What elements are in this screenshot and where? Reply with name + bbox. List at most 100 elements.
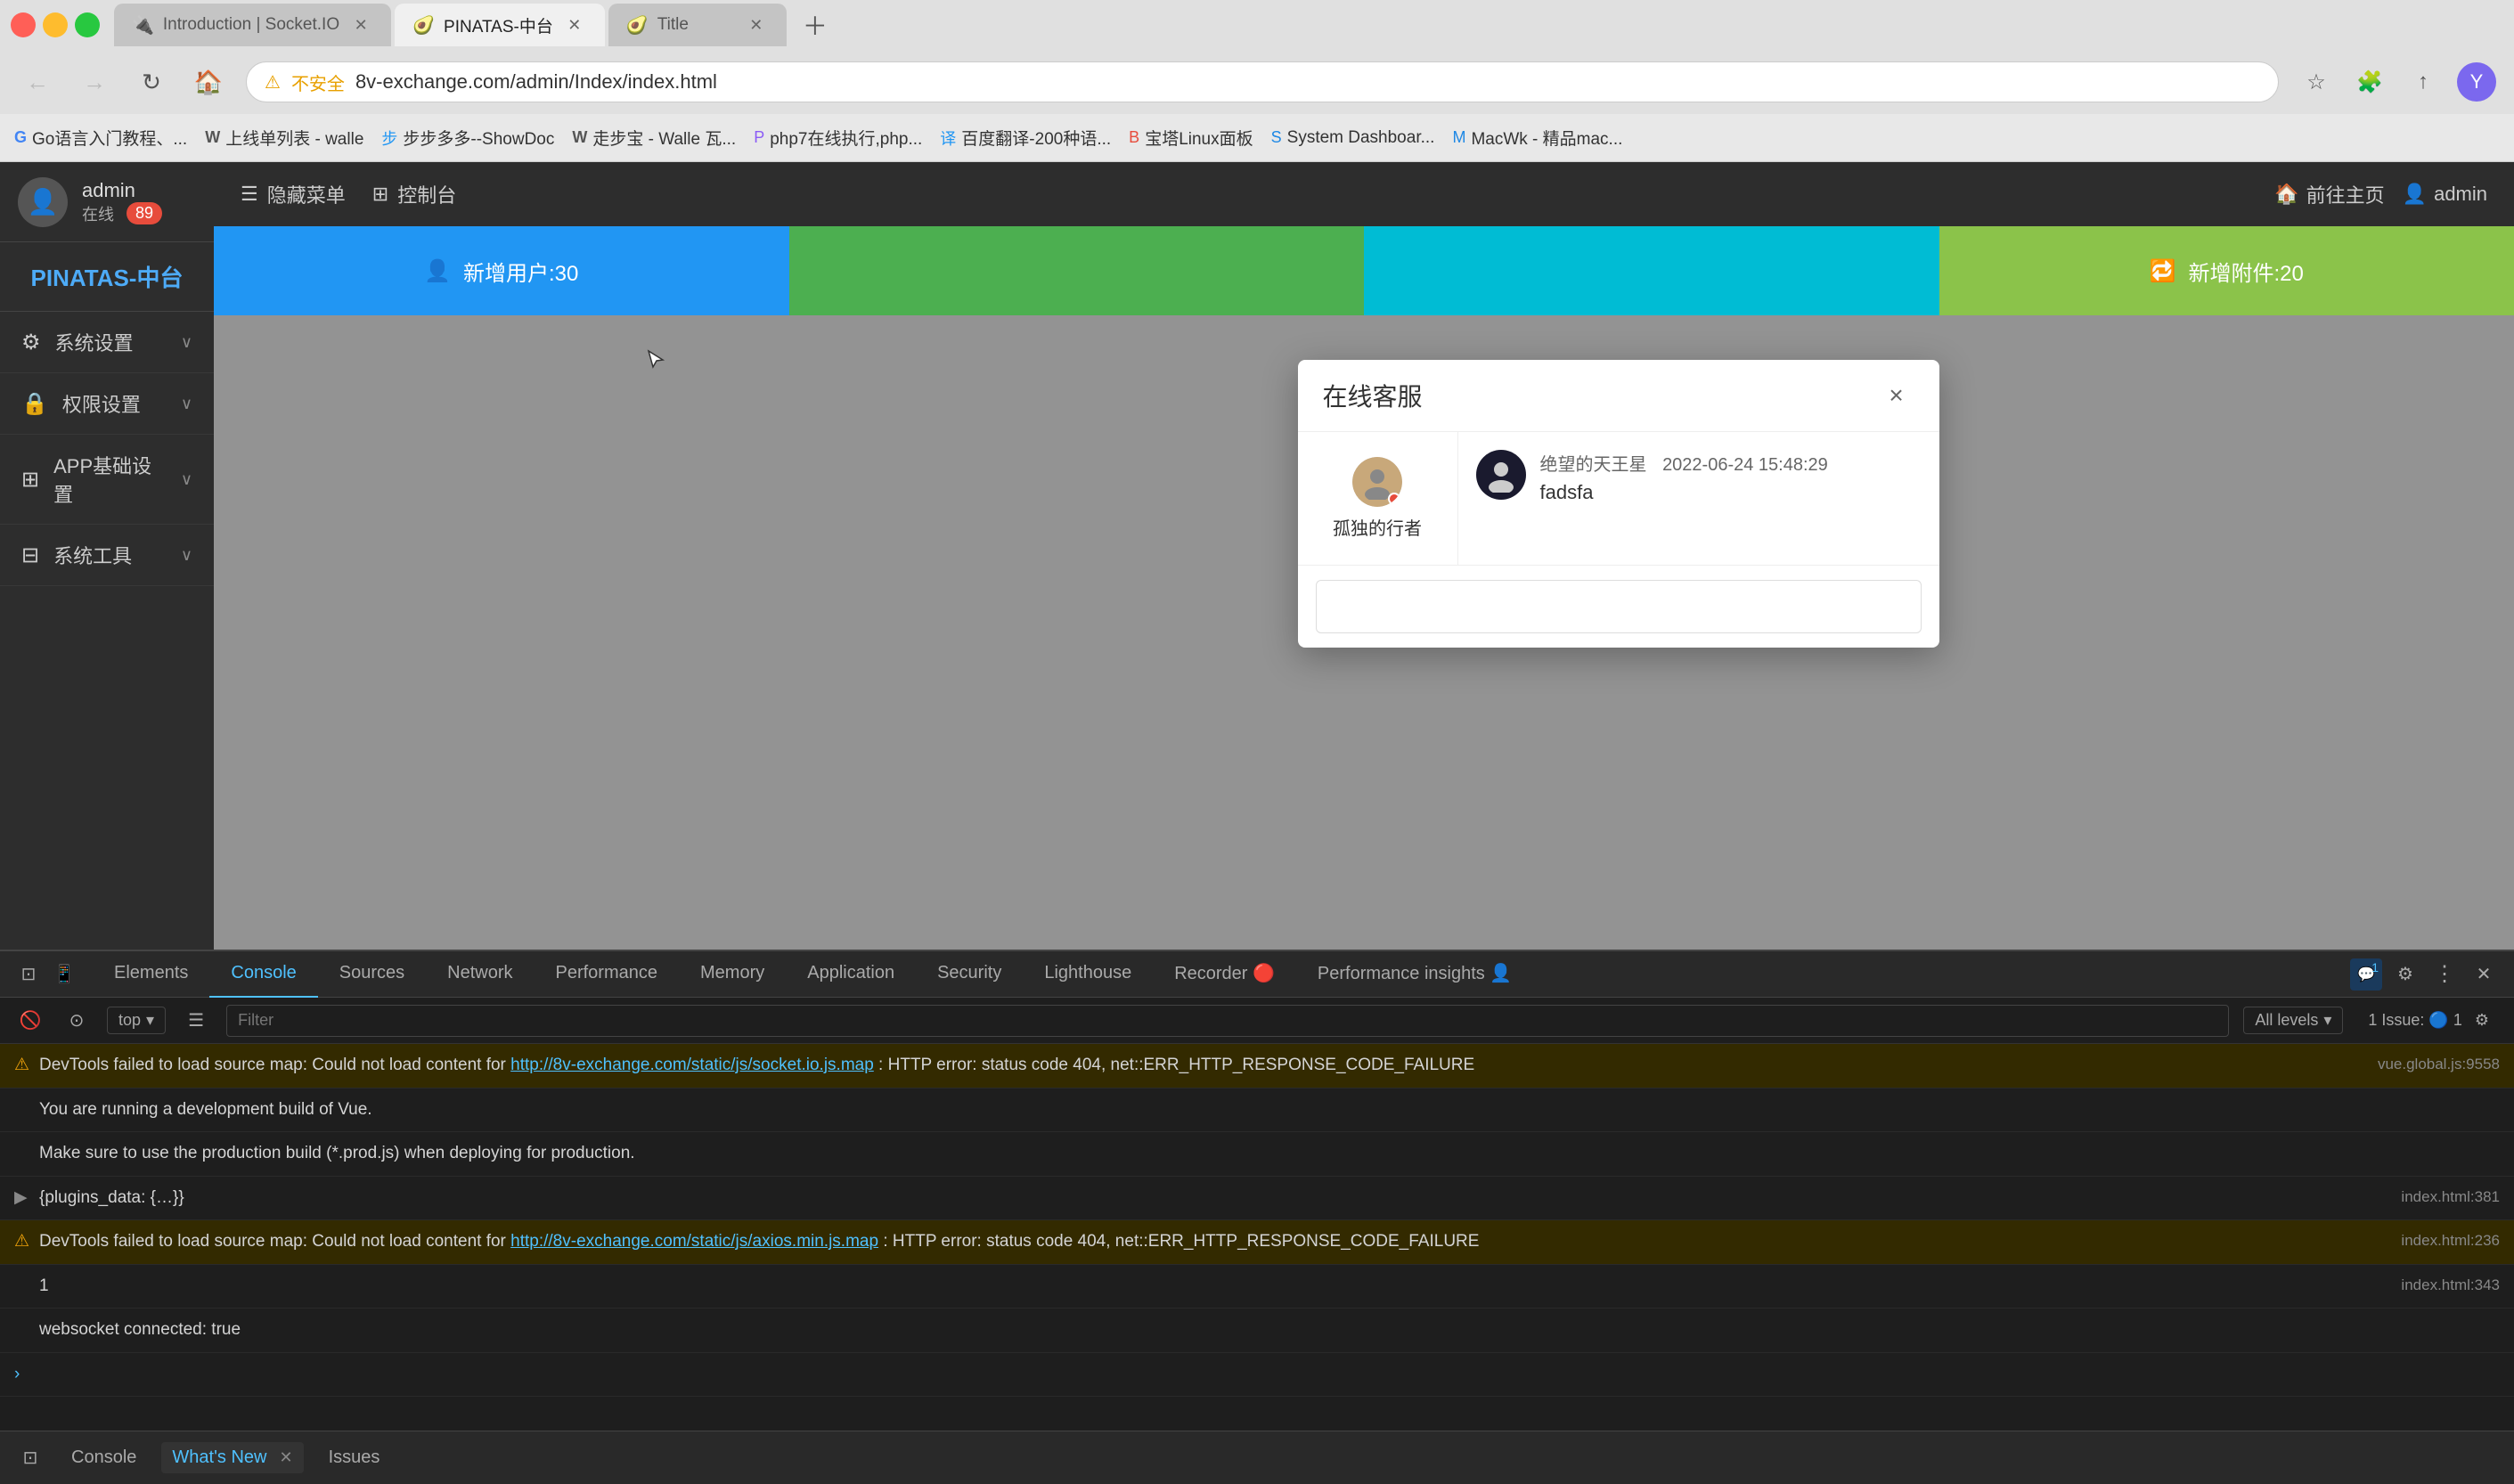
- settings-icon: ⚙: [21, 330, 41, 355]
- devtools-tab-console[interactable]: Console: [209, 951, 317, 998]
- hide-menu-button[interactable]: ☰ 隐藏菜单: [241, 180, 346, 208]
- sidebar-item-system-tools[interactable]: ⊟ 系统工具 ∨: [0, 525, 214, 586]
- devtools-tab-recorder[interactable]: Recorder 🔴: [1153, 951, 1296, 998]
- dock-button[interactable]: ⊡: [14, 1442, 46, 1474]
- title-bar: 🔌 Introduction | Socket.IO ✕ 🥑 PINATAS-中…: [0, 0, 2514, 50]
- tab-title-close[interactable]: ✕: [744, 12, 769, 37]
- issues-count: 1 Issue: 🔵 1 ⚙: [2357, 1007, 2500, 1033]
- card3[interactable]: [1364, 226, 1939, 315]
- sidebar-item-system-settings[interactable]: ⚙ 系统设置 ∨: [0, 312, 214, 373]
- console-prompt[interactable]: ›: [0, 1353, 2514, 1398]
- chat-input[interactable]: [1316, 580, 1922, 633]
- console-msg-warning-1: ⚠ DevTools failed to load source map: Co…: [0, 1044, 2514, 1089]
- devtools-tab-security[interactable]: Security: [916, 951, 1023, 998]
- settings-icon-2: ⚙: [2475, 1011, 2489, 1030]
- tab-socket-io-close[interactable]: ✕: [348, 12, 373, 37]
- bookmark-macwk[interactable]: M MacWk - 精品mac...: [1452, 126, 1622, 150]
- console-button[interactable]: ⊞ 控制台: [372, 180, 456, 208]
- bottom-tab-console[interactable]: Console: [61, 1442, 147, 1473]
- console-level-selector[interactable]: top ▾: [107, 1007, 166, 1034]
- console-msg-text-5: DevTools failed to load source map: Coul…: [39, 1229, 2383, 1255]
- devtools-tab-application-label: Application: [807, 963, 894, 983]
- preserve-log-button[interactable]: ⊙: [61, 1005, 93, 1037]
- bottom-tab-console-label: Console: [71, 1447, 136, 1468]
- devtools-tab-memory[interactable]: Memory: [679, 951, 786, 998]
- bookmark-system[interactable]: S System Dashboar...: [1271, 128, 1435, 148]
- devtools-settings-button[interactable]: ⚙: [2389, 958, 2421, 991]
- devtools-responsive-button[interactable]: 📱: [50, 960, 78, 989]
- all-levels-dropdown[interactable]: All levels ▾: [2243, 1007, 2343, 1034]
- extensions-button[interactable]: 🧩: [2350, 62, 2389, 102]
- dialog-close-button[interactable]: ×: [1879, 378, 1914, 413]
- home-button[interactable]: 🏠: [189, 62, 228, 102]
- menu-icon: ☰: [241, 183, 258, 206]
- forward-button[interactable]: →: [75, 62, 114, 102]
- bookmark-bt[interactable]: B 宝塔Linux面板: [1129, 126, 1253, 150]
- whats-new-close-icon[interactable]: ✕: [279, 1448, 292, 1467]
- maximize-button[interactable]: [75, 12, 100, 37]
- devtools-more-button[interactable]: ⋮: [2428, 958, 2461, 991]
- user-item-lonely-traveler[interactable]: 孤独的行者: [1312, 446, 1443, 550]
- bottom-tab-whats-new[interactable]: What's New ✕: [161, 1442, 303, 1473]
- bookmark-php-icon: P: [754, 128, 764, 147]
- chat-text-1: fadsfa: [1540, 481, 1828, 504]
- bookmark-system-icon: S: [1271, 128, 1282, 147]
- show-sidebar-button[interactable]: ☰: [180, 1005, 212, 1037]
- bottom-tab-issues[interactable]: Issues: [318, 1442, 391, 1473]
- console-location-7: [2482, 1317, 2500, 1343]
- bookmark-php[interactable]: P php7在线执行,php...: [754, 126, 922, 150]
- chat-avatar-1: [1476, 450, 1526, 500]
- address-bar: ← → ↻ 🏠 ⚠ 不安全 8v-exchange.com/admin/Inde…: [0, 50, 2514, 114]
- devtools-tab-lighthouse-label: Lighthouse: [1044, 963, 1131, 983]
- tab-title[interactable]: 🥑 Title ✕: [608, 4, 787, 46]
- user-header[interactable]: 👤 admin: [2403, 183, 2487, 206]
- refresh-button[interactable]: ↻: [132, 62, 171, 102]
- new-users-card[interactable]: 👤 新增用户:30: [214, 226, 789, 315]
- minimize-button[interactable]: [43, 12, 68, 37]
- user-list: 孤独的行者: [1298, 432, 1458, 565]
- address-input[interactable]: ⚠ 不安全 8v-exchange.com/admin/Index/index.…: [246, 61, 2279, 102]
- devtools-tab-elements[interactable]: Elements: [93, 951, 209, 998]
- card2[interactable]: [789, 226, 1365, 315]
- issues-label: 1 Issue: 🔵 1: [2368, 1011, 2461, 1030]
- app-header: ☰ 隐藏菜单 ⊞ 控制台 🏠 前往主页 👤: [214, 162, 2514, 226]
- home-link[interactable]: 🏠 前往主页: [2274, 180, 2384, 208]
- bookmark-showdoc[interactable]: 步 步步多多--ShowDoc: [381, 126, 554, 150]
- bookmark-star-button[interactable]: ☆: [2297, 62, 2336, 102]
- console-msg-expandable[interactable]: ▶ {plugins_data: {…}} index.html:381: [0, 1177, 2514, 1221]
- bookmark-walkbao[interactable]: W 走步宝 - Walle 瓦...: [572, 126, 736, 150]
- bookmark-walle[interactable]: W 上线单列表 - walle: [205, 126, 363, 150]
- bookmark-baidu[interactable]: 译 百度翻译-200种语...: [940, 126, 1111, 150]
- devtools-tab-performance[interactable]: Performance: [535, 951, 680, 998]
- sidebar-item-permission-settings[interactable]: 🔒 权限设置 ∨: [0, 373, 214, 435]
- new-tab-button[interactable]: ＋: [790, 0, 840, 50]
- share-button[interactable]: ↑: [2404, 62, 2443, 102]
- new-orders-card[interactable]: 🔁 新增附件:20: [1939, 226, 2514, 315]
- header-right: 🏠 前往主页 👤 admin: [2274, 180, 2487, 208]
- devtools-tab-sources[interactable]: Sources: [318, 951, 426, 998]
- warning-icon-2: ⚠: [14, 1229, 39, 1255]
- close-button[interactable]: [11, 12, 36, 37]
- chevron-down-icon-2: ∨: [181, 395, 192, 413]
- sidebar-item-app-settings[interactable]: ⊞ APP基础设置 ∨: [0, 435, 214, 525]
- tab-title-label: Title: [657, 15, 689, 35]
- chevron-down-icon-5: ▾: [146, 1011, 154, 1030]
- console-filter-input[interactable]: [226, 1005, 2229, 1037]
- tab-pinatas[interactable]: 🥑 PINATAS-中台 ✕: [395, 4, 605, 46]
- profile-button[interactable]: Y: [2457, 62, 2496, 102]
- console-link-2[interactable]: http://8v-exchange.com/static/js/axios.m…: [510, 1232, 878, 1251]
- devtools-tab-network[interactable]: Network: [426, 951, 534, 998]
- tab-socket-io[interactable]: 🔌 Introduction | Socket.IO ✕: [114, 4, 391, 46]
- home-label: 前往主页: [2306, 180, 2385, 208]
- devtools-tab-application[interactable]: Application: [786, 951, 916, 998]
- devtools-close-button[interactable]: ✕: [2468, 958, 2500, 991]
- clear-console-button[interactable]: 🚫: [14, 1005, 46, 1037]
- back-button[interactable]: ←: [18, 62, 57, 102]
- devtools-tab-lighthouse[interactable]: Lighthouse: [1023, 951, 1153, 998]
- devtools-tab-perf-insights[interactable]: Performance insights 👤: [1296, 951, 1533, 998]
- chat-meta-1: 绝望的天王星 2022-06-24 15:48:29: [1540, 450, 1828, 476]
- bookmark-go[interactable]: G Go语言入门教程、...: [14, 126, 187, 150]
- devtools-inspect-button[interactable]: ⊡: [14, 960, 43, 989]
- console-link-1[interactable]: http://8v-exchange.com/static/js/socket.…: [510, 1056, 874, 1074]
- tab-pinatas-close[interactable]: ✕: [562, 12, 587, 37]
